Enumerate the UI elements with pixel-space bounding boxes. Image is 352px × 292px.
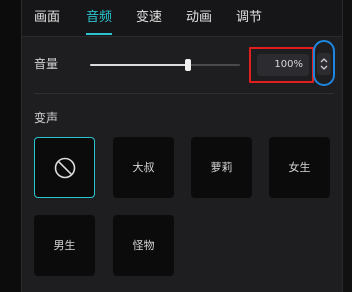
volume-label: 音量: [34, 57, 59, 71]
right-side-strip: [342, 0, 352, 292]
tab-picture[interactable]: 画面: [34, 0, 60, 36]
active-tab-indicator: [86, 33, 112, 35]
voice-change-label: 变声: [34, 111, 59, 125]
volume-slider-thumb[interactable]: [184, 59, 191, 71]
voice-option-none[interactable]: [34, 137, 95, 198]
no-effect-icon: [54, 157, 76, 179]
tab-bar: 画面 音频 变速 动画 调节: [22, 0, 342, 37]
blue-highlight-ring: [313, 40, 335, 86]
tab-animation[interactable]: 动画: [186, 0, 212, 36]
audio-properties-panel: 画面 音频 变速 动画 调节 音量 100% 变声 大叔 萝莉 女生 男生 怪物: [22, 0, 342, 292]
volume-slider[interactable]: [90, 59, 240, 71]
voice-option-monster[interactable]: 怪物: [113, 215, 174, 276]
voice-option-uncle[interactable]: 大叔: [113, 137, 174, 198]
right-strip-edge: [342, 0, 343, 292]
voice-option-male[interactable]: 男生: [34, 215, 95, 276]
tab-speed[interactable]: 变速: [136, 0, 162, 36]
volume-slider-fill: [90, 64, 188, 66]
tab-adjust[interactable]: 调节: [236, 0, 262, 36]
section-divider: [34, 93, 334, 94]
voice-option-female[interactable]: 女生: [269, 137, 330, 198]
left-side-strip: [0, 0, 22, 292]
red-highlight-box: [249, 47, 314, 83]
tab-audio[interactable]: 音频: [86, 0, 112, 36]
voice-option-lolita[interactable]: 萝莉: [191, 137, 252, 198]
